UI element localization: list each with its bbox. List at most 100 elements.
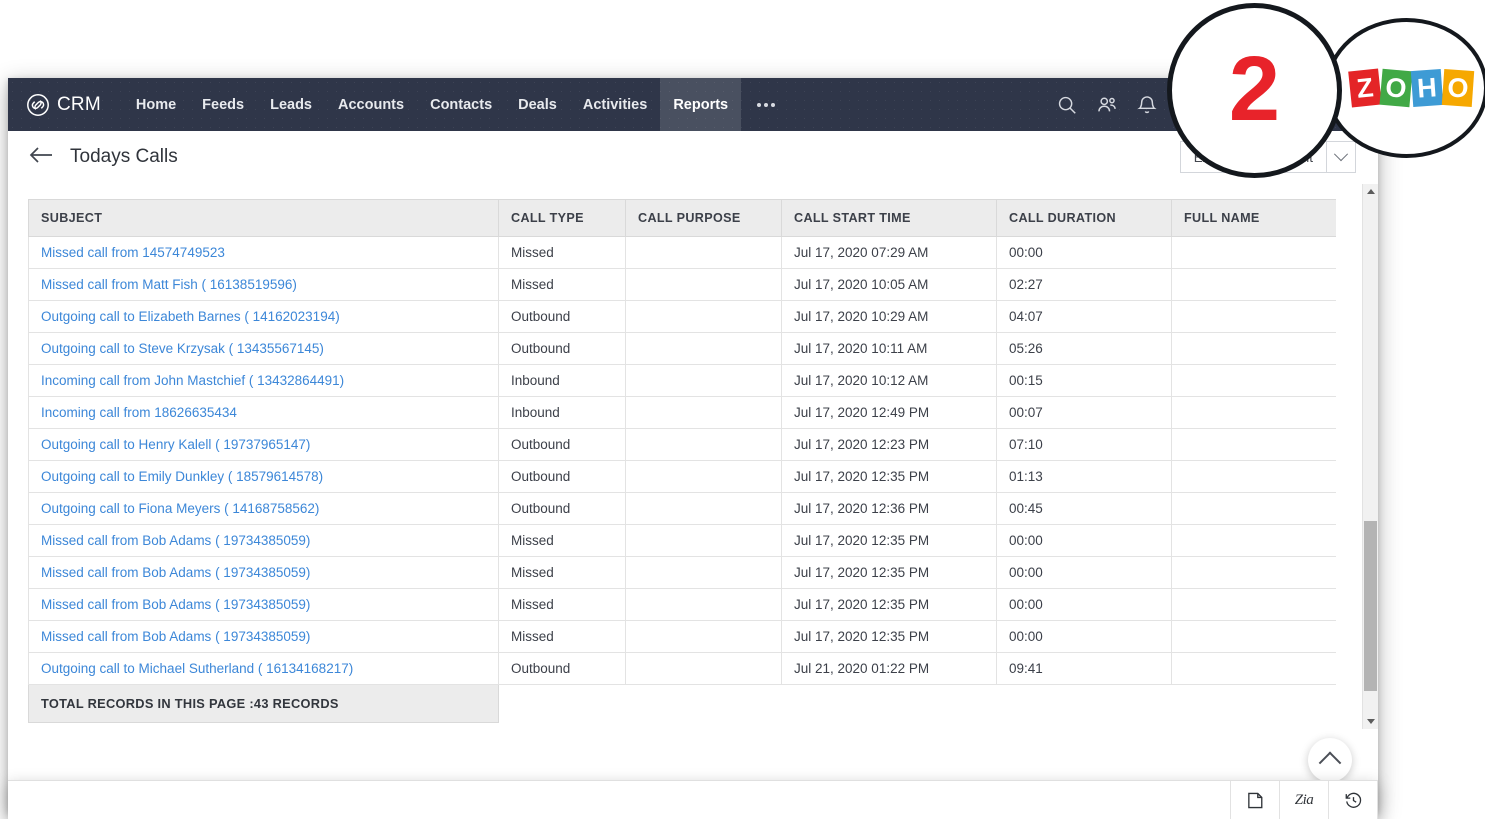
cell-call-purpose: [625, 620, 782, 653]
scroll-to-top-button[interactable]: [1308, 738, 1352, 782]
column-header-full-name[interactable]: FULL NAME: [1171, 199, 1336, 237]
nav-item-reports[interactable]: Reports: [660, 78, 742, 131]
column-header-call-duration[interactable]: CALL DURATION: [996, 199, 1172, 237]
zoho-logo-badge: Z O H O: [1325, 18, 1485, 158]
cell-call-duration: 04:07: [996, 300, 1172, 333]
cell-call-type: Outbound: [498, 300, 626, 333]
zoho-letter-o2: O: [1441, 68, 1475, 108]
history-icon: [1344, 791, 1363, 810]
screenshot-stage: CRM Home Feeds Leads Accounts Contacts D…: [0, 0, 1485, 819]
scrollbar-down-arrow[interactable]: [1363, 714, 1378, 729]
cell-call-purpose: [625, 460, 782, 493]
subject-link[interactable]: Missed call from Bob Adams ( 19734385059…: [41, 565, 310, 580]
subject-link[interactable]: Incoming call from John Mastchief ( 1343…: [41, 373, 344, 388]
cell-subject: Missed call from 14574749523: [28, 236, 499, 269]
report-table: SUBJECT CALL TYPE CALL PURPOSE CALL STAR…: [28, 199, 1336, 723]
column-header-call-start-time[interactable]: CALL START TIME: [781, 199, 997, 237]
cell-call-type: Missed: [498, 588, 626, 621]
cell-call-type: Missed: [498, 236, 626, 269]
cell-subject: Outgoing call to Elizabeth Barnes ( 1416…: [28, 300, 499, 333]
notes-button[interactable]: [1230, 781, 1279, 819]
cell-call-start-time: Jul 17, 2020 10:11 AM: [781, 332, 997, 365]
table-row: Incoming call from John Mastchief ( 1343…: [28, 364, 1336, 397]
scrollbar-thumb[interactable]: [1364, 521, 1377, 691]
cell-call-duration: 07:10: [996, 428, 1172, 461]
nav-item-deals[interactable]: Deals: [505, 78, 570, 131]
vertical-scrollbar[interactable]: [1362, 184, 1378, 729]
report-table-wrapper: SUBJECT CALL TYPE CALL PURPOSE CALL STAR…: [28, 199, 1336, 810]
back-arrow-icon[interactable]: [28, 145, 54, 170]
cell-full-name: [1171, 268, 1336, 301]
cell-call-start-time: Jul 17, 2020 12:49 PM: [781, 396, 997, 429]
column-header-call-type[interactable]: CALL TYPE: [498, 199, 626, 237]
bottom-toolbar: Zia: [8, 780, 1378, 819]
zoho-logo: Z O H O: [1348, 68, 1475, 108]
subject-link[interactable]: Outgoing call to Elizabeth Barnes ( 1416…: [41, 309, 340, 324]
cell-subject: Incoming call from John Mastchief ( 1343…: [28, 364, 499, 397]
page-subheader: Todays Calls Export Edit: [8, 131, 1378, 184]
subject-link[interactable]: Outgoing call to Steve Krzysak ( 1343556…: [41, 341, 324, 356]
nav-item-contacts[interactable]: Contacts: [417, 78, 505, 131]
subject-link[interactable]: Missed call from Bob Adams ( 19734385059…: [41, 629, 310, 644]
chevron-up-icon: [1318, 751, 1342, 775]
subject-link[interactable]: Missed call from Matt Fish ( 16138519596…: [41, 277, 297, 292]
total-row-blank-cell: [1172, 685, 1337, 723]
table-row: Outgoing call to Fiona Meyers ( 14168758…: [28, 492, 1336, 525]
table-row: Outgoing call to Michael Sutherland ( 16…: [28, 652, 1336, 685]
subject-link[interactable]: Outgoing call to Henry Kalell ( 19737965…: [41, 437, 310, 452]
nav-item-leads[interactable]: Leads: [257, 78, 325, 131]
subject-link[interactable]: Incoming call from 18626635434: [41, 405, 237, 420]
nav-item-feeds[interactable]: Feeds: [189, 78, 257, 131]
zia-button[interactable]: Zia: [1279, 781, 1328, 819]
table-row: Outgoing call to Elizabeth Barnes ( 1416…: [28, 300, 1336, 333]
cell-call-type: Missed: [498, 620, 626, 653]
edit-dropdown-button[interactable]: [1327, 141, 1356, 173]
cell-call-duration: 00:00: [996, 236, 1172, 269]
subject-link[interactable]: Missed call from 14574749523: [41, 245, 225, 260]
cell-call-duration: 00:15: [996, 364, 1172, 397]
triangle-down-icon: [1366, 719, 1375, 724]
cell-call-start-time: Jul 17, 2020 12:35 PM: [781, 588, 997, 621]
cell-call-purpose: [625, 236, 782, 269]
total-row-blank-cell: [782, 685, 997, 723]
column-header-subject[interactable]: SUBJECT: [28, 199, 499, 237]
subject-link[interactable]: Outgoing call to Fiona Meyers ( 14168758…: [41, 501, 319, 516]
cell-full-name: [1171, 524, 1336, 557]
cell-subject: Missed call from Bob Adams ( 19734385059…: [28, 620, 499, 653]
cell-full-name: [1171, 556, 1336, 589]
bell-icon[interactable]: [1136, 94, 1158, 116]
crm-brand[interactable]: CRM: [8, 78, 123, 131]
subject-link[interactable]: Missed call from Bob Adams ( 19734385059…: [41, 533, 310, 548]
nav-more-button[interactable]: [741, 78, 791, 131]
subject-link[interactable]: Missed call from Bob Adams ( 19734385059…: [41, 597, 310, 612]
table-row: Outgoing call to Emily Dunkley ( 1857961…: [28, 460, 1336, 493]
step-number-label: 2: [1228, 37, 1281, 140]
nav-item-home[interactable]: Home: [123, 78, 189, 131]
cell-call-duration: 01:13: [996, 460, 1172, 493]
crm-logo-icon: [26, 93, 50, 117]
chevron-down-icon: [1333, 147, 1349, 162]
subject-link[interactable]: Outgoing call to Michael Sutherland ( 16…: [41, 661, 353, 676]
cell-call-purpose: [625, 588, 782, 621]
scrollbar-up-arrow[interactable]: [1363, 184, 1378, 199]
nav-item-activities[interactable]: Activities: [570, 78, 660, 131]
table-header-row: SUBJECT CALL TYPE CALL PURPOSE CALL STAR…: [28, 199, 1336, 237]
cell-call-duration: 00:00: [996, 588, 1172, 621]
search-icon[interactable]: [1056, 94, 1078, 116]
cell-call-purpose: [625, 524, 782, 557]
nav-item-accounts[interactable]: Accounts: [325, 78, 417, 131]
cell-call-type: Outbound: [498, 460, 626, 493]
table-row: Missed call from Bob Adams ( 19734385059…: [28, 620, 1336, 653]
cell-subject: Missed call from Bob Adams ( 19734385059…: [28, 556, 499, 589]
cell-full-name: [1171, 364, 1336, 397]
users-icon[interactable]: [1096, 94, 1118, 116]
column-header-call-purpose[interactable]: CALL PURPOSE: [625, 199, 782, 237]
history-button[interactable]: [1328, 781, 1378, 819]
cell-full-name: [1171, 332, 1336, 365]
page-title: Todays Calls: [70, 146, 178, 167]
cell-subject: Outgoing call to Fiona Meyers ( 14168758…: [28, 492, 499, 525]
nav-items: Home Feeds Leads Accounts Contacts Deals…: [123, 78, 791, 131]
subject-link[interactable]: Outgoing call to Emily Dunkley ( 1857961…: [41, 469, 323, 484]
table-row: Missed call from Bob Adams ( 19734385059…: [28, 524, 1336, 557]
cell-full-name: [1171, 428, 1336, 461]
